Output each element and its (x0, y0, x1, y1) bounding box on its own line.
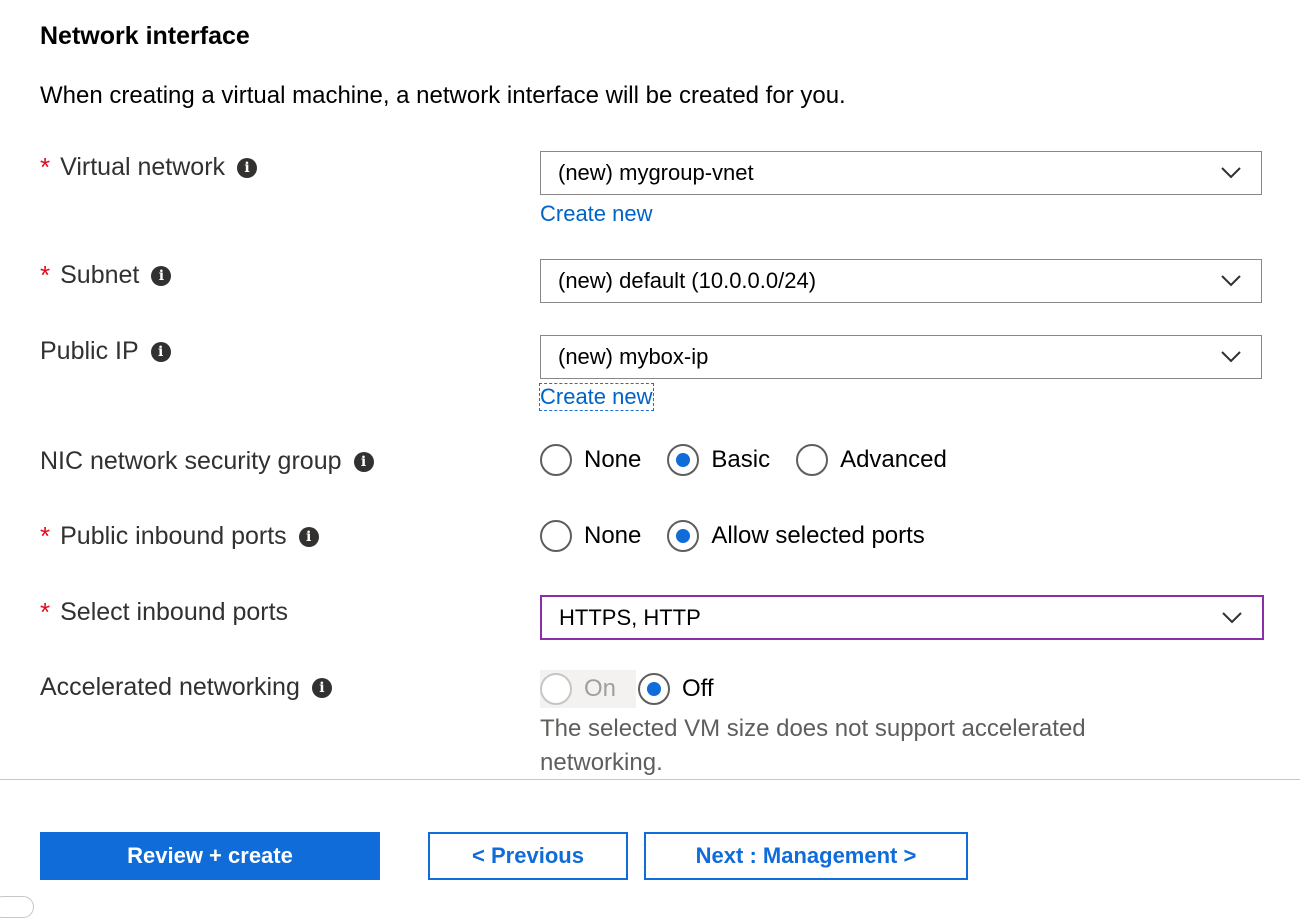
required-asterisk: * (40, 260, 51, 290)
public-inbound-ports-radio-group: None Allow selected ports (540, 520, 951, 552)
info-icon[interactable]: i (237, 157, 258, 178)
info-icon[interactable]: i (311, 677, 332, 698)
nic-nsg-option-advanced[interactable]: Advanced (796, 444, 947, 476)
public-ip-value: (new) mybox-ip (558, 344, 709, 369)
radio-circle (540, 520, 572, 552)
radio-label: Advanced (840, 446, 947, 473)
nic-nsg-radio-group: None Basic Advanced (540, 444, 973, 476)
select-inbound-ports-value: HTTPS, HTTP (559, 604, 701, 630)
chevron-down-icon (1221, 167, 1241, 179)
radio-circle-selected (638, 673, 671, 705)
radio-circle (540, 444, 572, 476)
required-asterisk: * (40, 152, 51, 182)
accelerated-networking-note: The selected VM size does not support ac… (540, 715, 1086, 776)
virtual-network-create-new-link[interactable]: Create new (540, 201, 653, 227)
radio-label: On (584, 675, 617, 702)
public-ip-dropdown[interactable]: (new) mybox-ip (540, 335, 1262, 379)
nic-nsg-option-none[interactable]: None (540, 444, 641, 476)
accelerated-networking-option-on: On (540, 670, 637, 708)
chevron-down-icon (1221, 275, 1241, 287)
subnet-dropdown[interactable]: (new) default (10.0.0.0/24) (540, 259, 1262, 303)
section-title: Network interface (40, 22, 250, 50)
nic-nsg-option-basic[interactable]: Basic (667, 444, 770, 476)
radio-circle-disabled (540, 673, 572, 705)
radio-label: None (584, 522, 642, 549)
virtual-network-label-text: Virtual network (60, 153, 226, 181)
public-ip-create-new-link[interactable]: Create new (539, 383, 654, 411)
accelerated-networking-label-text: Accelerated networking (40, 673, 300, 701)
radio-dot (647, 682, 662, 696)
info-icon[interactable]: i (150, 341, 171, 362)
public-inbound-ports-label: * Public inbound ports i (40, 521, 319, 552)
public-inbound-ports-option-allow[interactable]: Allow selected ports (667, 520, 925, 552)
footer-divider (0, 779, 1300, 780)
accelerated-networking-label: Accelerated networking i (40, 673, 332, 702)
nic-nsg-label: NIC network security group i (40, 447, 374, 476)
radio-dot (676, 529, 691, 543)
next-management-button[interactable]: Next : Management > (644, 832, 968, 880)
nic-nsg-label-text: NIC network security group (40, 447, 342, 475)
public-ip-label-text: Public IP (40, 337, 139, 365)
corner-decoration (0, 896, 34, 918)
virtual-network-dropdown[interactable]: (new) mygroup-vnet (540, 151, 1262, 195)
radio-dot (676, 453, 691, 467)
radio-label: Off (682, 675, 714, 702)
select-inbound-ports-label: * Select inbound ports (40, 597, 288, 628)
radio-label: Allow selected ports (711, 522, 925, 549)
radio-circle-selected (667, 520, 700, 552)
subnet-label: * Subnet i (40, 260, 172, 291)
chevron-down-icon (1221, 351, 1241, 363)
required-asterisk: * (40, 597, 51, 627)
required-asterisk: * (40, 521, 51, 551)
select-inbound-ports-dropdown[interactable]: HTTPS, HTTP (540, 595, 1264, 640)
subnet-value: (new) default (10.0.0.0/24) (558, 268, 817, 293)
public-inbound-ports-option-none[interactable]: None (540, 520, 641, 552)
virtual-network-label: * Virtual network i (40, 152, 258, 183)
previous-button[interactable]: < Previous (428, 832, 628, 880)
info-icon[interactable]: i (298, 526, 319, 547)
radio-label: Basic (711, 446, 771, 473)
review-create-button[interactable]: Review + create (40, 832, 380, 880)
public-inbound-ports-label-text: Public inbound ports (60, 522, 287, 550)
subnet-label-text: Subnet (60, 261, 140, 289)
radio-label: None (584, 446, 642, 473)
radio-circle-selected (667, 444, 700, 476)
radio-circle (796, 444, 829, 476)
section-description: When creating a virtual machine, a netwo… (40, 82, 846, 109)
public-ip-label: Public IP i (40, 337, 171, 366)
chevron-down-icon (1222, 611, 1242, 623)
accelerated-networking-radio-group: On Off (540, 670, 740, 708)
select-inbound-ports-label-text: Select inbound ports (60, 598, 289, 626)
virtual-network-value: (new) mygroup-vnet (558, 160, 754, 185)
accelerated-networking-option-off[interactable]: Off (638, 673, 714, 705)
info-icon[interactable]: i (151, 265, 172, 286)
info-icon[interactable]: i (353, 451, 374, 472)
